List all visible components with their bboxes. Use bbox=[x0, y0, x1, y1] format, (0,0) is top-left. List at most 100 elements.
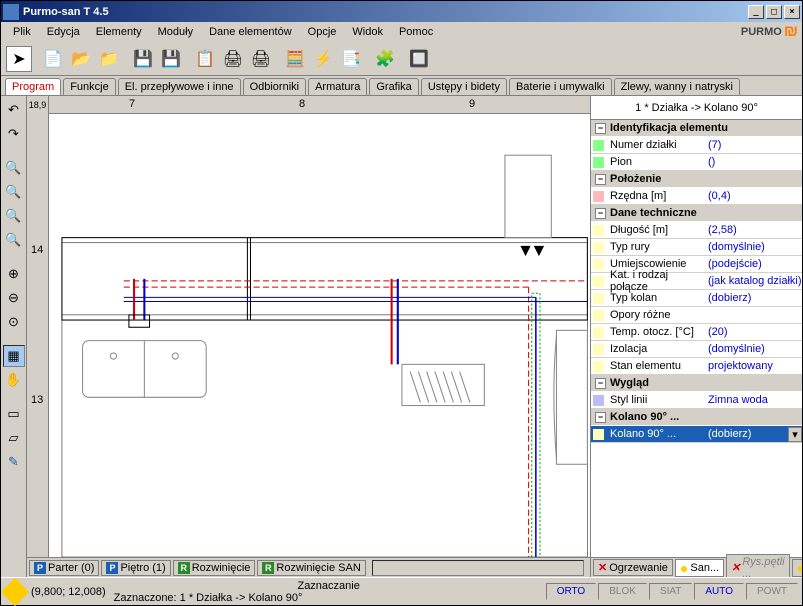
prop-opory[interactable]: Opory różne bbox=[591, 307, 802, 324]
ruler-vertical: 14 13 bbox=[27, 114, 49, 557]
zoom-extents-icon[interactable]: ⊙ bbox=[3, 311, 25, 333]
ribbon-tabs: Program Funkcje El. przepływowe i inne O… bbox=[1, 76, 802, 96]
section-polozenie[interactable]: −Położenie bbox=[591, 171, 802, 188]
menu-opcje[interactable]: Opcje bbox=[300, 24, 345, 40]
sheet-tab-parter[interactable]: PParter (0) bbox=[29, 560, 99, 576]
zoom-fit-icon[interactable]: 🔍 bbox=[3, 229, 25, 251]
app-icon bbox=[3, 4, 19, 20]
pointer-tool[interactable]: ➤ bbox=[6, 46, 32, 72]
status-powt[interactable]: POWT bbox=[746, 583, 798, 600]
layer-ogrzewanie[interactable]: ✕Ogrzewanie bbox=[593, 559, 673, 576]
layer-san[interactable]: ●San... bbox=[675, 559, 724, 577]
sheet-button[interactable]: 📑 bbox=[338, 46, 364, 72]
prop-stan[interactable]: Stan elementuprojektowany bbox=[591, 358, 802, 375]
tab-zlewy[interactable]: Zlewy, wanny i natryski bbox=[614, 78, 740, 95]
status-coords: (9,800; 12,008) bbox=[31, 586, 106, 598]
zoom-window-icon[interactable]: 🔍 bbox=[3, 181, 25, 203]
pan-icon[interactable]: ✋ bbox=[3, 369, 25, 391]
window-title: Purmo-san T 4.5 bbox=[23, 6, 746, 18]
prop-dlugosc[interactable]: Długość [m](2,58) bbox=[591, 222, 802, 239]
menu-plik[interactable]: Plik bbox=[5, 24, 39, 40]
open-folder-button[interactable]: 📁 bbox=[96, 46, 122, 72]
sheet-tab-rozwiniecie[interactable]: RRozwinięcie bbox=[173, 560, 256, 576]
drawing-canvas[interactable] bbox=[49, 114, 590, 557]
edit-icon[interactable]: ✎ bbox=[3, 451, 25, 473]
menu-edycja[interactable]: Edycja bbox=[39, 24, 88, 40]
calc-button[interactable]: 🧮 bbox=[282, 46, 308, 72]
save-all-button[interactable]: 💾 bbox=[158, 46, 184, 72]
menu-bar: Plik Edycja Elementy Moduły Dane element… bbox=[1, 22, 802, 42]
brand-logo: PURMO₪ bbox=[741, 23, 798, 41]
tab-program[interactable]: Program bbox=[5, 78, 61, 95]
horizontal-scrollbar[interactable] bbox=[372, 560, 584, 576]
sheet-tabs: PParter (0) PPiętro (1) RRozwinięcie RRo… bbox=[27, 557, 590, 577]
properties-title: 1 * Działka -> Kolano 90° bbox=[591, 96, 802, 120]
tab-elprzep[interactable]: El. przepływowe i inne bbox=[118, 78, 241, 95]
section-wyglad[interactable]: −Wygląd bbox=[591, 375, 802, 392]
ruler-horizontal: 18,9 7 8 9 bbox=[27, 96, 590, 114]
zoom-in-icon[interactable]: 🔍 bbox=[3, 157, 25, 179]
status-siat[interactable]: SIAT bbox=[649, 583, 692, 600]
layer-rys-petli[interactable]: ✕Rys.pętli ... bbox=[726, 554, 789, 578]
components-button[interactable]: 🧩 bbox=[372, 46, 398, 72]
status-blok[interactable]: BLOK bbox=[598, 583, 647, 600]
properties-panel: 1 * Działka -> Kolano 90° −Identyfikacja… bbox=[590, 96, 802, 577]
prop-styl-linii[interactable]: Styl liniiZimna woda bbox=[591, 392, 802, 409]
menu-pomoc[interactable]: Pomoc bbox=[391, 24, 441, 40]
status-line2: Zaznaczone: 1 * Działka -> Kolano 90° bbox=[114, 592, 544, 604]
tab-armatura[interactable]: Armatura bbox=[308, 78, 367, 95]
new-file-button[interactable]: 📄 bbox=[40, 46, 66, 72]
zoom-out-icon[interactable]: 🔍 bbox=[3, 205, 25, 227]
layer-tabs: ✕Ogrzewanie ●San... ✕Rys.pętli ... ●Kons… bbox=[591, 557, 802, 577]
tab-odbiorniki[interactable]: Odbiorniki bbox=[243, 78, 307, 95]
prop-typ-rury[interactable]: Typ rury(domyślnie) bbox=[591, 239, 802, 256]
maximize-button[interactable]: □ bbox=[766, 5, 782, 19]
save-button[interactable]: 💾 bbox=[130, 46, 156, 72]
menu-moduly[interactable]: Moduły bbox=[150, 24, 201, 40]
layer-konstrukcja[interactable]: ●Konstrukcja bbox=[792, 559, 802, 577]
section-kolano[interactable]: −Kolano 90° ... bbox=[591, 409, 802, 426]
redo-icon[interactable]: ↷ bbox=[3, 123, 25, 145]
print-preview-button[interactable]: 🖨 bbox=[248, 46, 274, 72]
prop-numer-dzialki[interactable]: Numer działki(7) bbox=[591, 137, 802, 154]
prop-izolacja[interactable]: Izolacja(domyślnie) bbox=[591, 341, 802, 358]
section-dane-techniczne[interactable]: −Dane techniczne bbox=[591, 205, 802, 222]
print-button[interactable]: 🖨 bbox=[220, 46, 246, 72]
undo-icon[interactable]: ↶ bbox=[3, 99, 25, 121]
menu-elementy[interactable]: Elementy bbox=[88, 24, 150, 40]
main-toolbar: ➤ 📄 📂 📁 💾 💾 📋 🖨 🖨 🧮 ⚡ 📑 🧩 🔲 bbox=[1, 42, 802, 76]
prop-temp[interactable]: Temp. otocz. [°C](20) bbox=[591, 324, 802, 341]
close-button[interactable]: × bbox=[784, 5, 800, 19]
dropdown-icon[interactable]: ▾ bbox=[788, 427, 802, 442]
left-toolbar: ↶ ↷ 🔍 🔍 🔍 🔍 ⊕ ⊖ ⊙ ▦ ✋ ▭ ▱ ✎ bbox=[1, 96, 27, 577]
tab-funkcje[interactable]: Funkcje bbox=[63, 78, 116, 95]
status-orto[interactable]: ORTO bbox=[546, 583, 597, 600]
menu-widok[interactable]: Widok bbox=[344, 24, 391, 40]
prop-pion[interactable]: Pion() bbox=[591, 154, 802, 171]
tab-baterie[interactable]: Baterie i umywalki bbox=[509, 78, 612, 95]
status-auto[interactable]: AUTO bbox=[694, 583, 744, 600]
section-identyfikacja[interactable]: −Identyfikacja elementu bbox=[591, 120, 802, 137]
zoom-plus-icon[interactable]: ⊕ bbox=[3, 263, 25, 285]
tab-ustepy[interactable]: Ustępy i bidety bbox=[421, 78, 507, 95]
sheet-tab-rozwiniecie-san[interactable]: RRozwinięcie SAN bbox=[257, 560, 365, 576]
prop-kolano-selected[interactable]: Kolano 90° ...(dobierz)▾ bbox=[591, 426, 802, 443]
status-line1: Zaznaczanie bbox=[114, 580, 544, 592]
copy-button[interactable]: 📋 bbox=[192, 46, 218, 72]
prop-rzedna[interactable]: Rzędna [m](0,4) bbox=[591, 188, 802, 205]
select-poly-icon[interactable]: ▱ bbox=[3, 427, 25, 449]
select-rect-icon[interactable]: ▭ bbox=[3, 403, 25, 425]
prop-typ-kolan[interactable]: Typ kolan(dobierz) bbox=[591, 290, 802, 307]
menu-dane[interactable]: Dane elementów bbox=[201, 24, 300, 40]
tab-grafika[interactable]: Grafika bbox=[369, 78, 418, 95]
zoom-minus-icon[interactable]: ⊖ bbox=[3, 287, 25, 309]
open-file-button[interactable]: 📂 bbox=[68, 46, 94, 72]
status-bar: (9,800; 12,008) Zaznaczanie Zaznaczone: … bbox=[1, 577, 802, 605]
grid-toggle-icon[interactable]: ▦ bbox=[3, 345, 25, 367]
minimize-button[interactable]: _ bbox=[748, 5, 764, 19]
sheet-tab-pietro[interactable]: PPiętro (1) bbox=[101, 560, 170, 576]
prop-kat-rodzaj[interactable]: Kat. i rodzaj połącze(jak katalog działk… bbox=[591, 273, 802, 290]
module-button[interactable]: 🔲 bbox=[406, 46, 432, 72]
status-diamond-icon bbox=[1, 577, 29, 605]
lightning-button[interactable]: ⚡ bbox=[310, 46, 336, 72]
